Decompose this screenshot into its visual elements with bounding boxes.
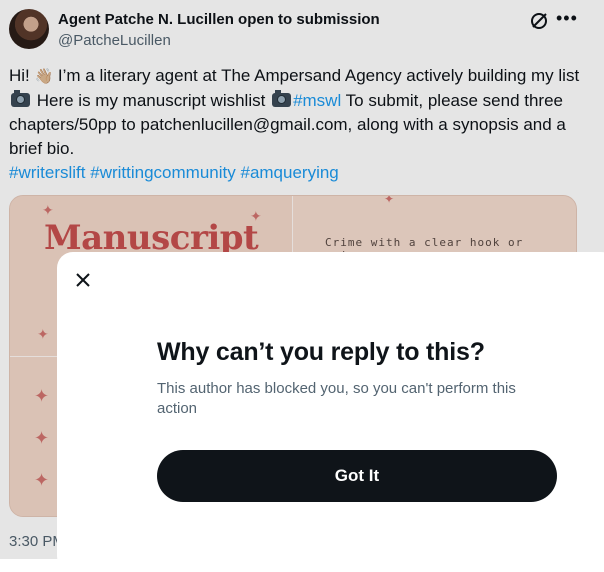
got-it-button[interactable]: Got It [157, 450, 557, 502]
dialog-title: Why can’t you reply to this? [157, 338, 485, 366]
close-button[interactable] [71, 268, 95, 292]
dialog-body: This author has blocked you, so you can'… [157, 380, 516, 417]
close-icon [76, 273, 90, 287]
reply-restriction-dialog: Why can’t you reply to this? This author… [57, 252, 604, 572]
